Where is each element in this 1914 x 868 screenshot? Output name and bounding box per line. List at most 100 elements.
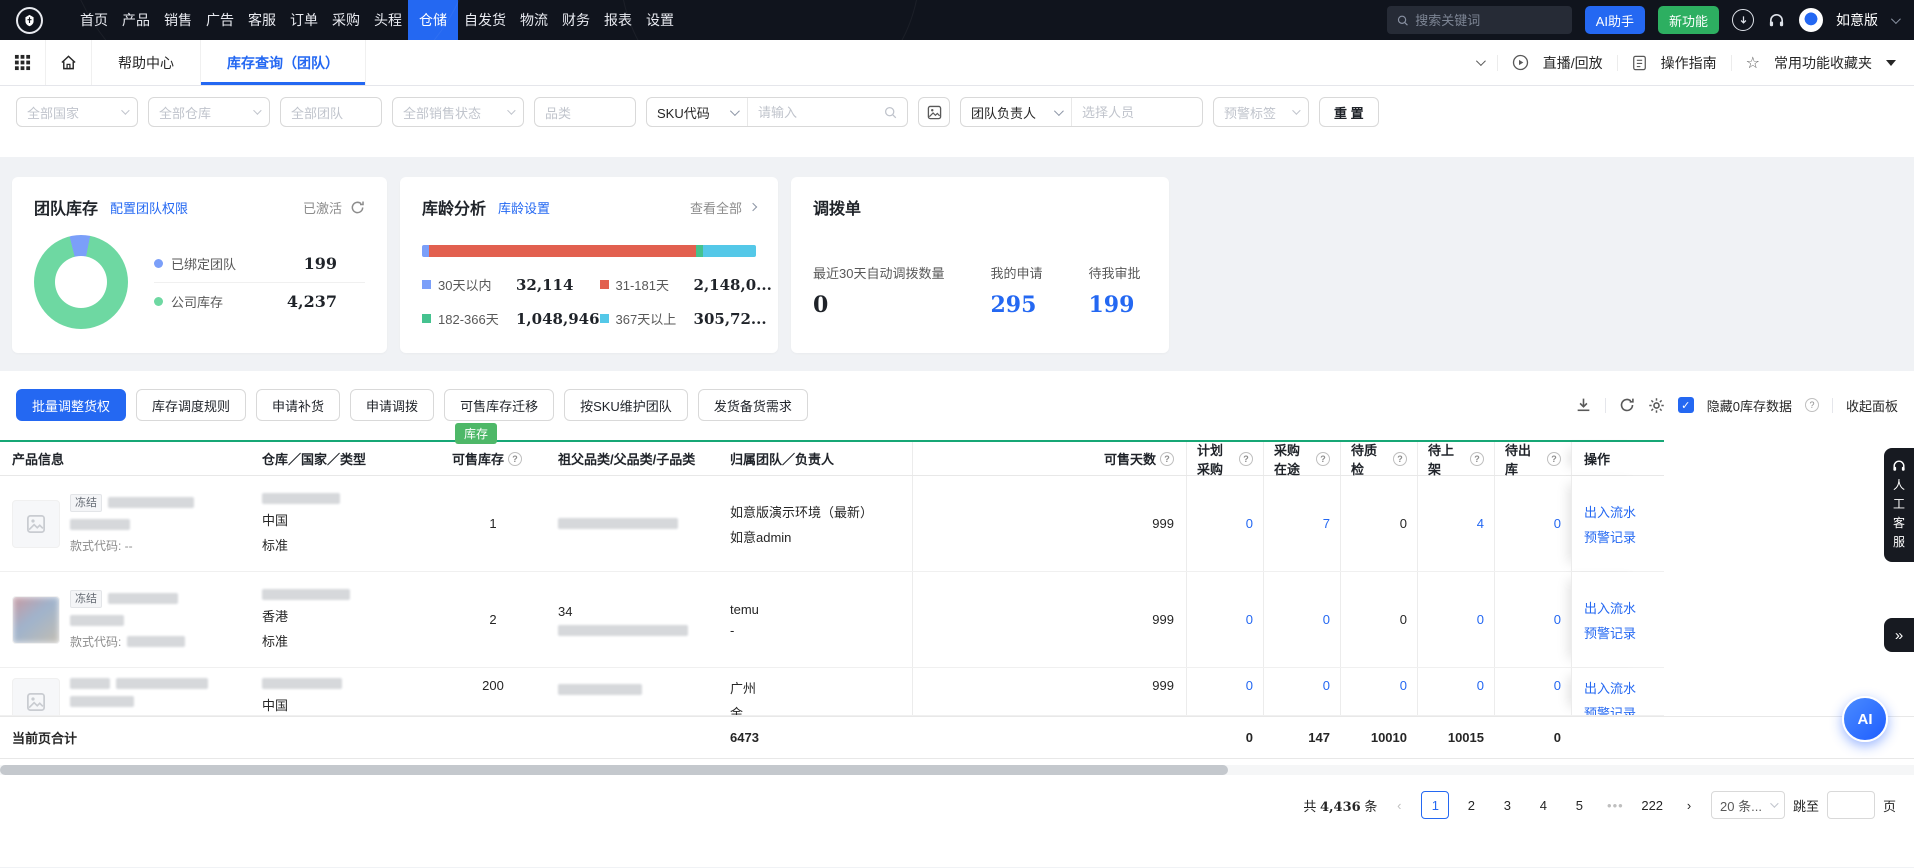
- col-pending-outbound[interactable]: 待出库?: [1494, 442, 1571, 475]
- image-search-button[interactable]: [918, 97, 950, 127]
- account-name[interactable]: 如意版: [1836, 10, 1878, 30]
- horizontal-scrollbar[interactable]: [0, 765, 1914, 775]
- nav-item-home[interactable]: 首页: [80, 0, 108, 40]
- in-transit-link[interactable]: 7: [1263, 476, 1340, 571]
- configure-team-permission-link[interactable]: 配置团队权限: [110, 198, 188, 217]
- in-transit-link[interactable]: 0: [1263, 572, 1340, 667]
- person-input[interactable]: [1082, 105, 1192, 120]
- export-download-icon[interactable]: [1575, 397, 1592, 414]
- live-replay-link[interactable]: 直播/回放: [1543, 53, 1603, 73]
- request-replenishment-button[interactable]: 申请补货: [256, 389, 340, 421]
- refresh-icon[interactable]: [350, 200, 365, 215]
- pending-outbound-link[interactable]: 0: [1494, 476, 1571, 571]
- page-size-select[interactable]: 20 条...: [1711, 791, 1785, 819]
- view-all-link[interactable]: 查看全部: [690, 198, 756, 217]
- col-planned-purchase[interactable]: 计划采购?: [1186, 442, 1263, 475]
- planned-purchase-link[interactable]: 0: [1186, 476, 1263, 571]
- page-3-button[interactable]: 3: [1493, 791, 1521, 819]
- pending-shelf-link[interactable]: 0: [1417, 572, 1494, 667]
- collapse-panel-link[interactable]: 收起面板: [1846, 396, 1898, 415]
- question-circle-icon[interactable]: ?: [1160, 452, 1174, 466]
- country-select[interactable]: 全部国家: [16, 97, 138, 127]
- global-search-input[interactable]: [1415, 13, 1561, 28]
- col-sellable-stock[interactable]: 可售库存?: [440, 442, 546, 475]
- warehouse-select[interactable]: 全部仓库: [148, 97, 270, 127]
- warning-record-link[interactable]: 预警记录: [1584, 527, 1636, 546]
- warning-record-link[interactable]: 预警记录: [1584, 703, 1636, 716]
- ai-assistant-fab[interactable]: AI: [1842, 696, 1888, 742]
- pending-shelf-link[interactable]: 0: [1417, 668, 1494, 715]
- nav-item-firstleg[interactable]: 头程: [374, 0, 402, 40]
- collapse-side-widgets-button[interactable]: »: [1884, 618, 1914, 652]
- prev-page-button[interactable]: ‹: [1385, 791, 1413, 819]
- nav-item-warehouse-active[interactable]: 仓储: [408, 0, 458, 40]
- more-pages-ellipsis[interactable]: •••: [1601, 791, 1629, 819]
- nav-item-sales[interactable]: 销售: [164, 0, 192, 40]
- page-1-button[interactable]: 1: [1421, 791, 1449, 819]
- favorites-link[interactable]: 常用功能收藏夹: [1774, 53, 1872, 73]
- headset-icon[interactable]: [1767, 11, 1786, 30]
- last-page-button[interactable]: 222: [1637, 791, 1667, 819]
- download-center-icon[interactable]: [1732, 9, 1754, 31]
- operation-guide-link[interactable]: 操作指南: [1661, 53, 1717, 73]
- nav-item-logistics[interactable]: 物流: [520, 0, 548, 40]
- nav-item-service[interactable]: 客服: [248, 0, 276, 40]
- col-team-owner[interactable]: 归属团队／负责人: [718, 442, 912, 475]
- pending-shelf-link[interactable]: 4: [1417, 476, 1494, 571]
- nav-item-settings[interactable]: 设置: [646, 0, 674, 40]
- nav-item-orders[interactable]: 订单: [290, 0, 318, 40]
- col-category[interactable]: 祖父品类/父品类/子品类: [546, 442, 718, 475]
- jump-page-input[interactable]: [1827, 791, 1875, 819]
- team-select[interactable]: 全部团队: [280, 97, 382, 127]
- chevron-down-icon[interactable]: [1891, 14, 1901, 24]
- maintain-team-by-sku-button[interactable]: 按SKU维护团队: [564, 389, 688, 421]
- stock-age-setting-link[interactable]: 库龄设置: [498, 198, 550, 217]
- col-pending-shelf[interactable]: 待上架?: [1417, 442, 1494, 475]
- sku-field-select[interactable]: SKU代码: [647, 98, 747, 126]
- nav-item-finance[interactable]: 财务: [562, 0, 590, 40]
- warning-tag-select[interactable]: 预警标签: [1213, 97, 1309, 127]
- sku-input[interactable]: [758, 105, 876, 120]
- global-search[interactable]: [1387, 6, 1572, 34]
- stock-schedule-rules-button[interactable]: 库存调度规则: [136, 389, 246, 421]
- tab-help-center[interactable]: 帮助中心: [92, 40, 201, 85]
- page-4-button[interactable]: 4: [1529, 791, 1557, 819]
- col-product-info[interactable]: 产品信息: [0, 442, 250, 475]
- page-5-button[interactable]: 5: [1565, 791, 1593, 819]
- in-out-flow-link[interactable]: 出入流水: [1584, 502, 1636, 521]
- caret-down-icon[interactable]: [1886, 60, 1896, 66]
- pending-outbound-link[interactable]: 0: [1494, 668, 1571, 715]
- pending-qc-link[interactable]: 0: [1340, 668, 1417, 715]
- nav-item-purchase[interactable]: 采购: [332, 0, 360, 40]
- home-tab-icon[interactable]: [46, 40, 92, 85]
- batch-adjust-rights-button[interactable]: 批量调整货权: [16, 389, 126, 421]
- nav-item-ads[interactable]: 广告: [206, 0, 234, 40]
- in-transit-link[interactable]: 0: [1263, 668, 1340, 715]
- col-warehouse-country-type[interactable]: 仓库／国家／类型: [250, 442, 440, 475]
- human-service-tab[interactable]: 人 工 客 服: [1884, 448, 1914, 562]
- refresh-icon[interactable]: [1619, 397, 1635, 413]
- nav-item-selffulfill[interactable]: 自发货: [464, 0, 506, 40]
- question-circle-icon[interactable]: ?: [1316, 452, 1330, 466]
- pending-outbound-link[interactable]: 0: [1494, 572, 1571, 667]
- page-2-button[interactable]: 2: [1457, 791, 1485, 819]
- request-transfer-button[interactable]: 申请调拨: [350, 389, 434, 421]
- in-out-flow-link[interactable]: 出入流水: [1584, 678, 1636, 697]
- col-sellable-days[interactable]: 可售天数?: [912, 442, 1186, 475]
- question-circle-icon[interactable]: ?: [508, 452, 522, 466]
- reset-button[interactable]: 重 置: [1319, 97, 1379, 127]
- app-logo[interactable]: [16, 7, 43, 34]
- question-circle-icon[interactable]: ?: [1470, 452, 1484, 466]
- sellable-stock-migrate-button[interactable]: 可售库存迁移: [444, 389, 554, 421]
- ai-assistant-button[interactable]: AI助手: [1585, 6, 1645, 34]
- apps-grid-icon[interactable]: [0, 40, 46, 85]
- gear-icon[interactable]: [1648, 397, 1665, 414]
- nav-item-products[interactable]: 产品: [122, 0, 150, 40]
- col-pending-qc[interactable]: 待质检?: [1340, 442, 1417, 475]
- warning-record-link[interactable]: 预警记录: [1584, 623, 1636, 642]
- shipping-stockup-demand-button[interactable]: 发货备货需求: [698, 389, 808, 421]
- hide-zero-stock-checkbox[interactable]: ✓: [1678, 397, 1694, 413]
- new-feature-button[interactable]: 新功能: [1658, 6, 1719, 34]
- next-page-button[interactable]: ›: [1675, 791, 1703, 819]
- category-select[interactable]: 品类: [534, 97, 636, 127]
